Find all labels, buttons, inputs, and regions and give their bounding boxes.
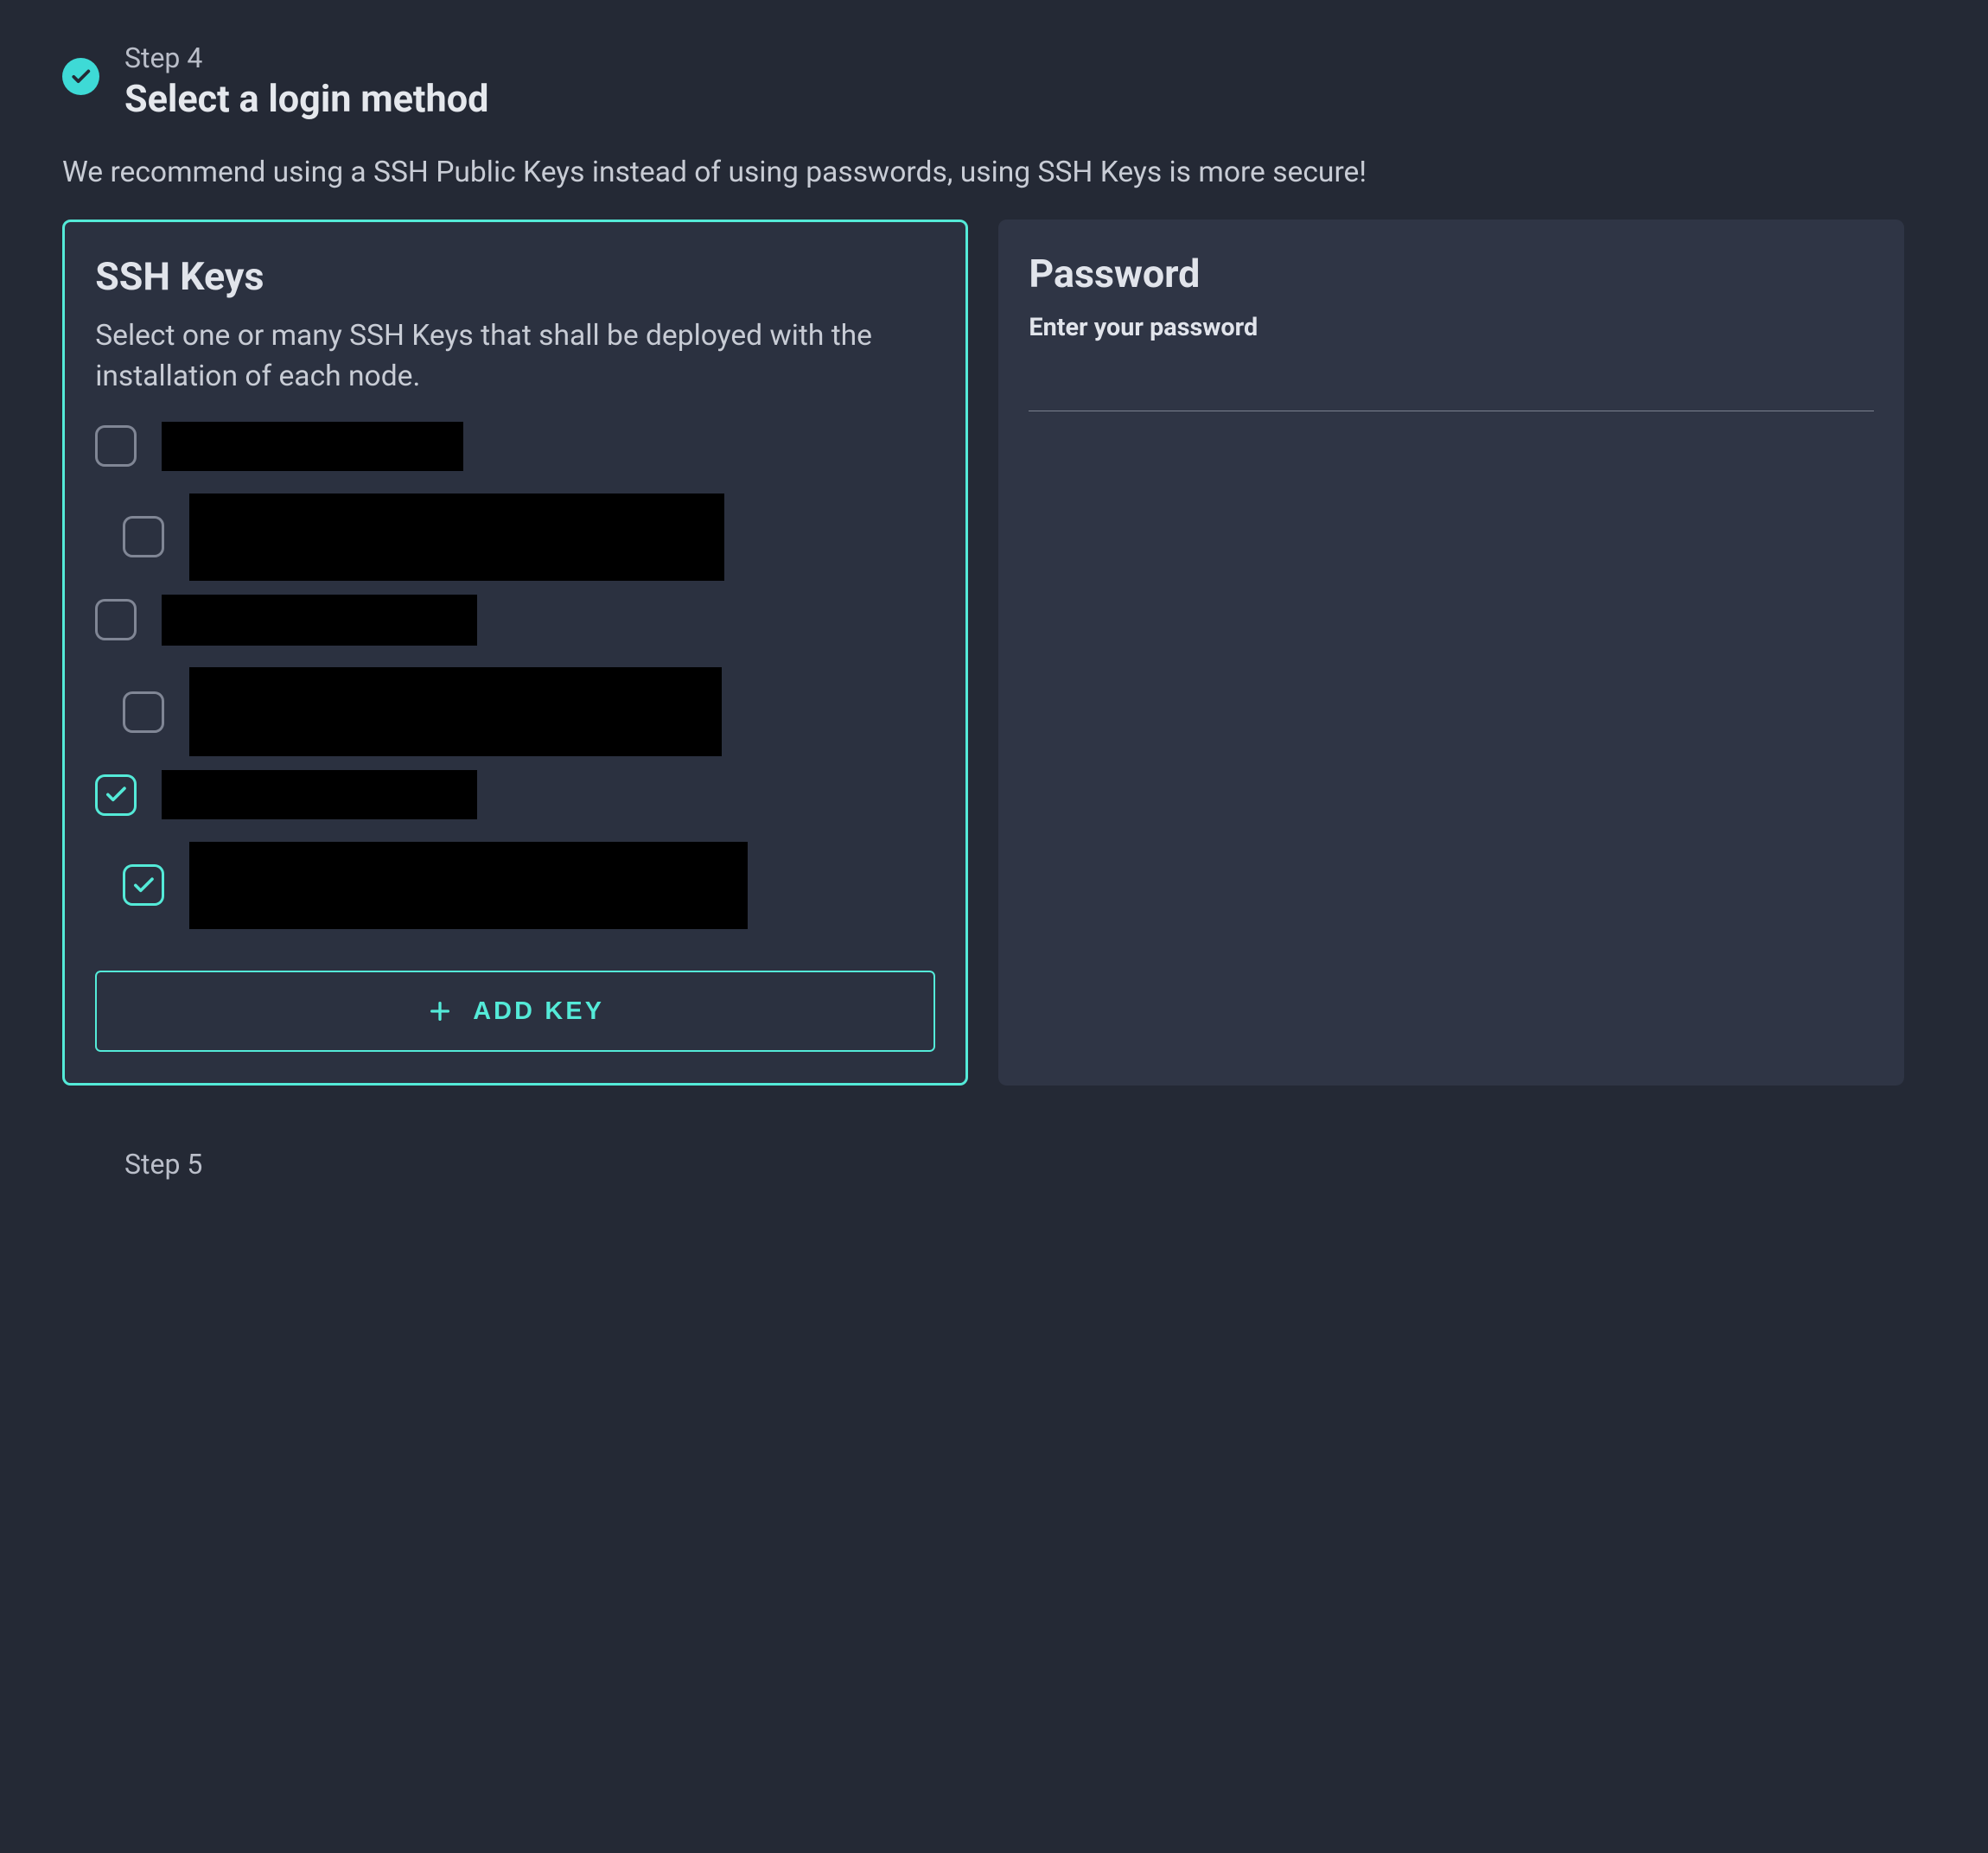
step-label: Step 4	[124, 41, 488, 74]
ssh-key-checkbox[interactable]	[123, 516, 164, 557]
ssh-key-list	[95, 422, 935, 929]
ssh-panel-description: Select one or many SSH Keys that shall b…	[95, 315, 935, 397]
ssh-key-item	[95, 667, 935, 755]
ssh-key-item	[95, 842, 935, 929]
step-description: We recommend using a SSH Public Keys ins…	[62, 156, 1988, 189]
ssh-key-item	[95, 422, 935, 472]
ssh-key-item	[95, 770, 935, 820]
panels-container: SSH Keys Select one or many SSH Keys tha…	[62, 220, 1988, 1085]
add-key-button[interactable]: ADD KEY	[95, 971, 935, 1053]
password-panel-title: Password	[1029, 251, 1874, 296]
ssh-key-checkbox[interactable]	[95, 599, 137, 640]
ssh-key-checkbox[interactable]	[123, 691, 164, 733]
ssh-panel-title: SSH Keys	[95, 253, 935, 299]
redacted-key-name	[162, 595, 477, 646]
add-key-label: ADD KEY	[473, 997, 604, 1026]
redacted-key-fingerprint	[189, 667, 722, 755]
next-step-label: Step 5	[124, 1148, 1988, 1181]
check-circle-icon	[62, 58, 99, 95]
password-label: Enter your password	[1029, 313, 1874, 342]
password-panel[interactable]: Password Enter your password	[998, 220, 1904, 1085]
redacted-key-fingerprint	[189, 493, 724, 581]
redacted-key-name	[162, 770, 477, 820]
ssh-key-checkbox[interactable]	[123, 864, 164, 906]
plus-icon	[426, 997, 454, 1025]
password-input[interactable]	[1029, 373, 1874, 411]
ssh-key-checkbox[interactable]	[95, 774, 137, 816]
step-title: Select a login method	[124, 77, 488, 121]
ssh-key-item	[95, 493, 935, 581]
ssh-key-item	[95, 595, 935, 646]
step-header: Step 4 Select a login method	[62, 41, 1988, 121]
redacted-key-name	[162, 422, 463, 472]
ssh-keys-panel[interactable]: SSH Keys Select one or many SSH Keys tha…	[62, 220, 968, 1085]
ssh-key-checkbox[interactable]	[95, 425, 137, 467]
redacted-key-fingerprint	[189, 842, 748, 929]
